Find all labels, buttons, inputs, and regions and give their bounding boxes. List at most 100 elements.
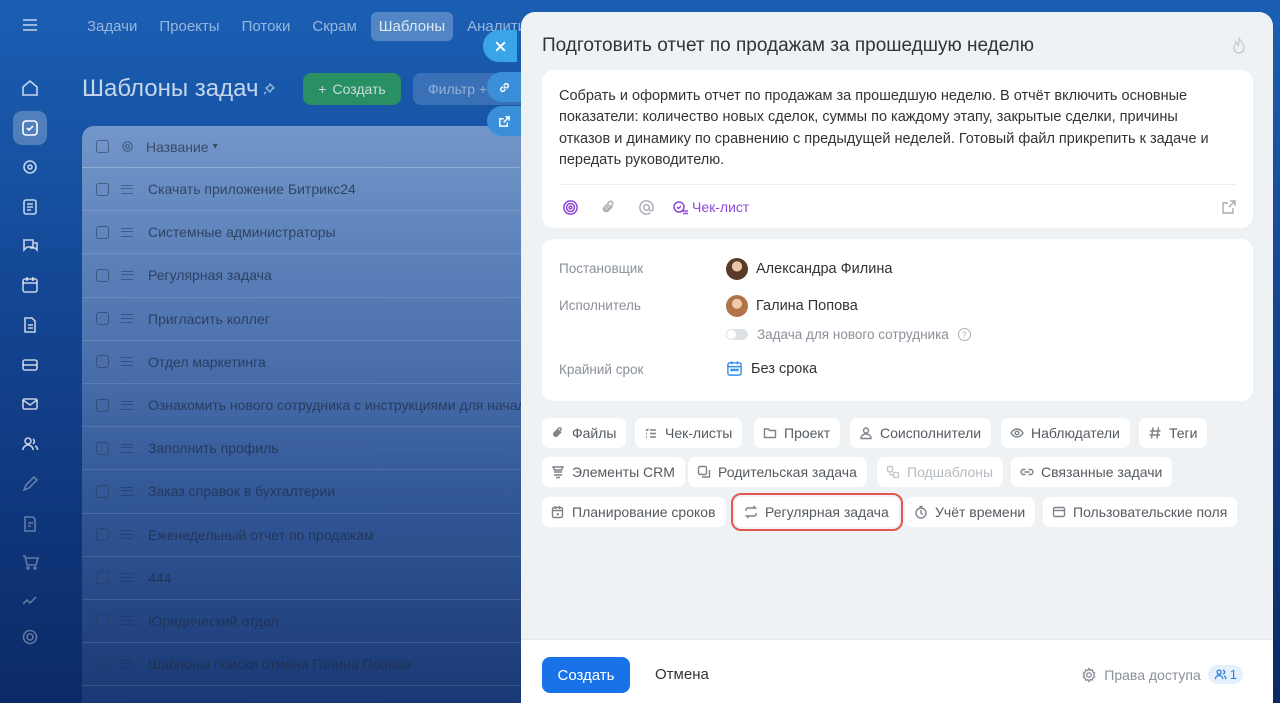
chip-related-tasks[interactable]: Связанные задачи [1011,457,1173,487]
drive-icon[interactable] [13,348,47,382]
create-template-button[interactable]: + Создать [303,73,401,105]
tab-flows[interactable]: Потоки [234,12,299,41]
sign-icon[interactable] [13,467,47,501]
template-name[interactable]: Системные администраторы [148,224,336,240]
chip-recurring-task[interactable]: Регулярная задача [731,493,903,531]
list-item[interactable]: Еженедельный отчет по продажам [82,514,542,557]
chip-crm[interactable]: Элементы CRM [542,457,685,487]
list-item[interactable]: Пригласить коллег [82,298,542,341]
column-name-header[interactable]: Название [146,139,209,155]
feed-icon[interactable] [13,190,47,224]
close-panel-button[interactable] [483,30,517,62]
flame-icon[interactable] [1231,37,1247,55]
shop-icon[interactable] [13,545,47,579]
list-item[interactable]: Юридический отдел [82,600,542,644]
task-description[interactable]: Собрать и оформить отчет по продажам за … [559,86,1219,171]
row-checkbox[interactable] [96,657,109,671]
create-button[interactable]: Создать [542,657,630,693]
pin-icon[interactable] [262,82,276,96]
open-new-window-button[interactable] [487,106,521,136]
chip-tags[interactable]: Теги [1139,418,1208,448]
contract-icon[interactable] [13,507,47,541]
chip-time-tracking[interactable]: Учёт времени [905,497,1036,527]
row-checkbox[interactable] [96,312,109,326]
chip-project[interactable]: Проект [754,418,841,448]
drag-handle-icon[interactable] [121,270,133,280]
drag-handle-icon[interactable] [121,659,133,669]
chat-icon[interactable] [13,228,47,262]
chip-co-executors[interactable]: Соисполнители [850,418,992,448]
drag-handle-icon[interactable] [121,314,133,324]
tab-tasks[interactable]: Задачи [79,12,145,41]
assignee-field[interactable]: Галина Попова [726,295,858,317]
row-checkbox[interactable] [96,355,109,369]
task-title[interactable]: Подготовить отчет по продажам за прошедш… [542,35,1034,57]
drag-handle-icon[interactable] [121,616,133,626]
select-all-checkbox[interactable] [96,140,109,153]
list-item[interactable]: Шаблоны поиски отмена Галина Попова [82,643,542,687]
tab-templates[interactable]: Шаблоны [370,11,454,41]
drag-handle-icon[interactable] [121,573,133,583]
list-item[interactable]: Системные администраторы [82,211,542,255]
template-name[interactable]: Скачать приложение Битрикс24 [148,181,356,197]
home-icon[interactable] [13,71,47,105]
list-item[interactable]: Ознакомить нового сотрудника с инструкци… [82,384,542,428]
template-name[interactable]: Пригласить коллег [148,311,270,327]
settings-icon[interactable] [13,620,47,654]
creator-name[interactable]: Александра Филина [756,261,892,277]
calendar-icon[interactable] [13,268,47,302]
chip-files[interactable]: Файлы [542,418,627,448]
deadline-value[interactable]: Без срока [751,361,817,377]
employees-icon[interactable] [13,427,47,461]
chip-observers[interactable]: Наблюдатели [1001,418,1130,448]
chip-parent-task[interactable]: Родительская задача [688,457,867,487]
expand-editor-icon[interactable] [1221,199,1237,215]
row-checkbox[interactable] [96,441,109,455]
access-count-badge[interactable]: 1 [1207,665,1243,684]
chip-planning[interactable]: Планирование сроков [542,497,726,527]
checklist-button[interactable]: Чек-лист [672,198,749,216]
drag-handle-icon[interactable] [121,443,133,453]
row-checkbox[interactable] [96,225,109,239]
drag-handle-icon[interactable] [121,184,133,194]
assignee-name[interactable]: Галина Попова [756,298,858,314]
tasks-icon[interactable] [13,111,47,145]
cancel-button[interactable]: Отмена [655,666,709,683]
attach-icon[interactable] [598,197,618,217]
row-checkbox[interactable] [96,268,109,282]
tab-projects[interactable]: Проекты [151,12,227,41]
help-icon[interactable]: ? [957,328,971,341]
chip-custom-fields[interactable]: Пользовательские поля [1043,497,1238,527]
template-name[interactable]: Юридический отдел [148,613,279,629]
chip-checklists[interactable]: Чек-листы [635,418,743,448]
mention-icon[interactable] [636,197,656,217]
template-name[interactable]: Отдел маркетинга [148,354,266,370]
template-name[interactable]: 444 [148,570,171,586]
list-item[interactable]: Скачать приложение Битрикс24 [82,168,542,212]
row-checkbox[interactable] [96,182,109,196]
creator-field[interactable]: Александра Филина [726,258,892,280]
template-name[interactable]: Заказ справок в бухгалтерии [148,483,335,499]
list-item[interactable]: 444 [82,557,542,600]
column-settings-icon[interactable] [121,140,134,153]
row-checkbox[interactable] [96,571,109,585]
access-rights-button[interactable]: Права доступа 1 [1081,665,1243,684]
row-checkbox[interactable] [96,484,109,498]
list-item[interactable]: Заполнить профиль [82,427,542,471]
menu-icon[interactable] [13,8,47,42]
copilot-icon[interactable] [560,197,580,217]
row-checkbox[interactable] [96,528,109,542]
row-checkbox[interactable] [96,398,109,412]
list-item[interactable]: Отдел маркетинга [82,341,542,384]
copilot-icon[interactable] [13,150,47,184]
analytics-icon[interactable] [13,583,47,617]
drag-handle-icon[interactable] [121,227,133,237]
list-item[interactable]: Заказ справок в бухгалтерии [82,470,542,514]
docs-icon[interactable] [13,308,47,342]
drag-handle-icon[interactable] [121,357,133,367]
drag-handle-icon[interactable] [121,530,133,540]
template-name[interactable]: Заполнить профиль [148,440,279,456]
tab-scrum[interactable]: Скрам [304,12,364,41]
drag-handle-icon[interactable] [121,486,133,496]
new-employee-toggle[interactable] [726,329,748,340]
